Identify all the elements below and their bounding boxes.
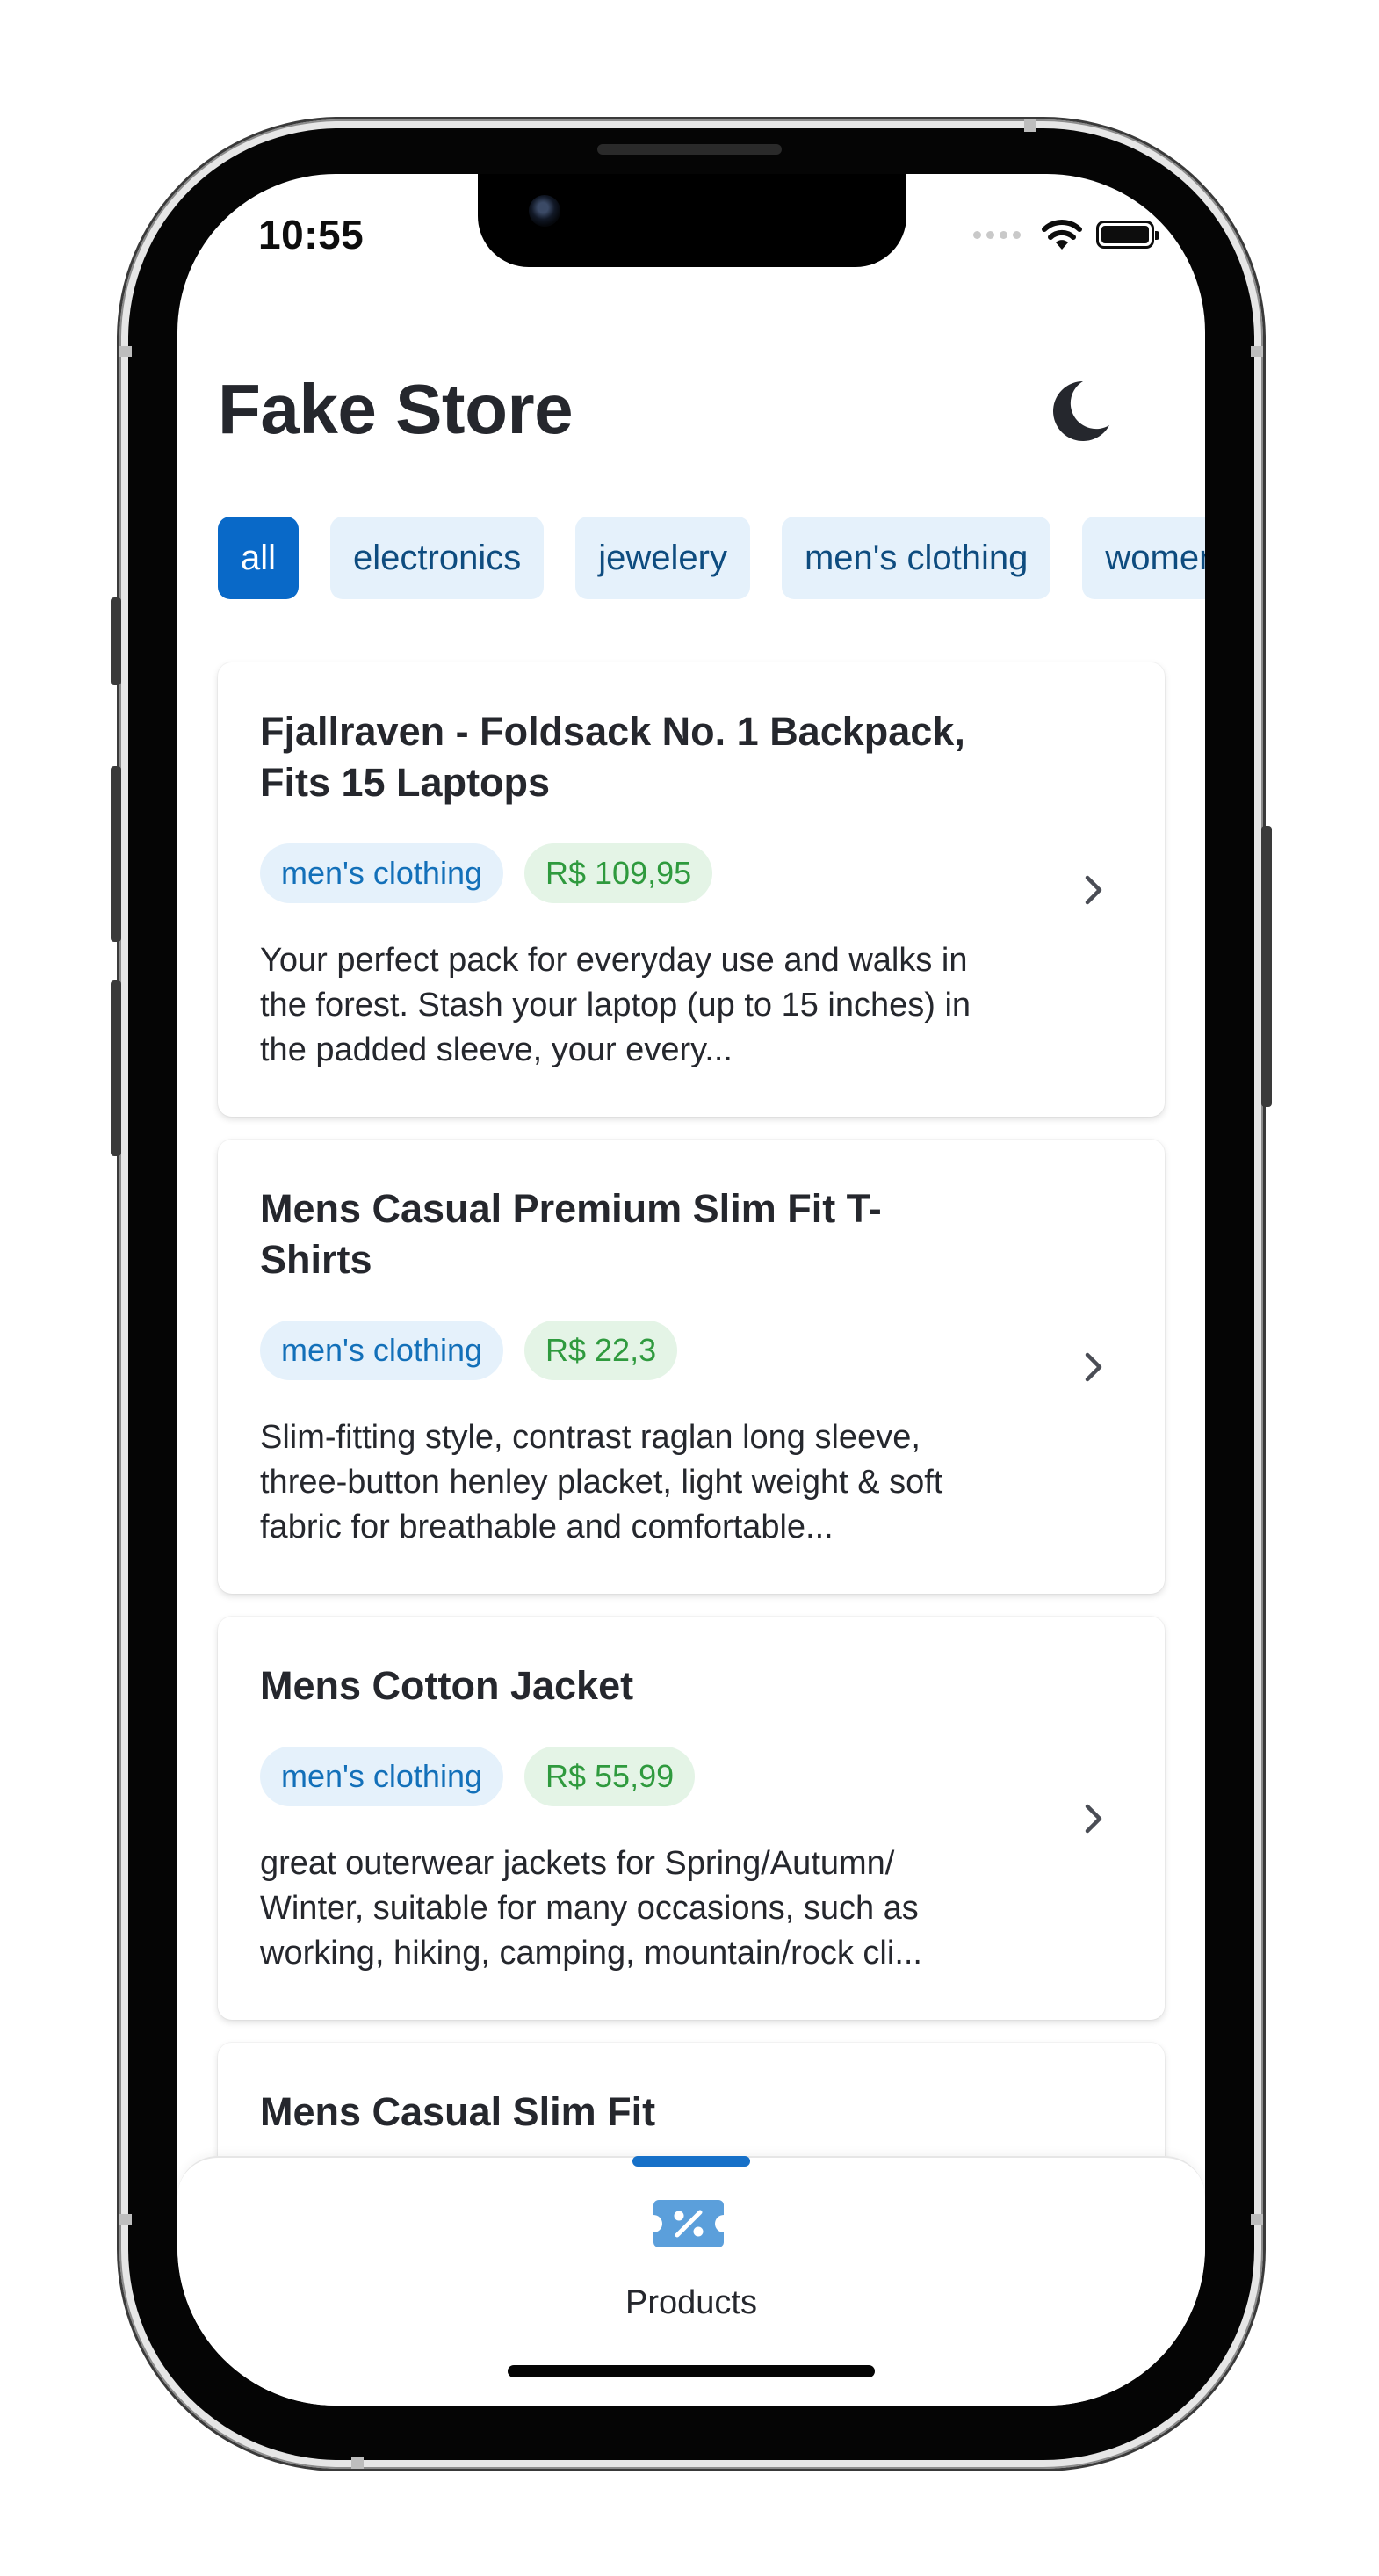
product-badges: men's clothing R$ 22,3 xyxy=(260,1321,989,1380)
theme-toggle-button[interactable] xyxy=(1043,376,1114,446)
wifi-icon xyxy=(1042,220,1082,250)
category-badge: men's clothing xyxy=(260,1321,503,1380)
antenna-band xyxy=(119,346,132,357)
product-title: Mens Casual Slim Fit xyxy=(260,2089,656,2134)
category-chip-mens-clothing[interactable]: men's clothing xyxy=(781,517,1051,599)
battery-icon xyxy=(1096,221,1159,249)
cellular-signal-icon xyxy=(973,230,1021,239)
product-title: Mens Casual Premium Slim Fit T-Shirts xyxy=(260,1186,882,1282)
power-button xyxy=(1261,826,1272,1107)
product-card[interactable]: Mens Casual Premium Slim Fit T-Shirts me… xyxy=(218,1140,1165,1594)
antenna-band xyxy=(1251,346,1263,357)
silent-switch xyxy=(111,597,121,685)
antenna-band xyxy=(351,2457,364,2469)
category-chip-womens-clothing[interactable]: women's clothing xyxy=(1082,517,1205,599)
price-badge: R$ 22,3 xyxy=(524,1321,678,1380)
product-description: great outerwear jackets for Spring/Autum… xyxy=(260,1845,922,1972)
app-screen: 10:55 Fake Store all electronics jeweler… xyxy=(177,174,1205,2406)
price-badge: R$ 109,95 xyxy=(524,843,713,903)
notch xyxy=(478,174,906,267)
chevron-right-icon xyxy=(1085,1352,1102,1381)
antenna-band xyxy=(119,2214,132,2225)
antenna-band xyxy=(1251,2214,1263,2225)
category-chip-all[interactable]: all xyxy=(218,517,300,599)
product-list: Fjallraven - Foldsack No. 1 Backpack, Fi… xyxy=(218,662,1165,2294)
category-badge: men's clothing xyxy=(260,1747,503,1806)
category-badge: men's clothing xyxy=(260,843,503,903)
chevron-right-icon xyxy=(1085,875,1102,904)
antenna-band xyxy=(1024,119,1036,132)
earpiece-speaker xyxy=(597,144,782,155)
product-card[interactable]: Mens Cotton Jacket men's clothing R$ 55,… xyxy=(218,1617,1165,2020)
tab-label: Products xyxy=(625,2284,757,2321)
product-badges: men's clothing R$ 109,95 xyxy=(260,843,989,903)
product-title: Fjallraven - Foldsack No. 1 Backpack, Fi… xyxy=(260,709,965,805)
active-tab-indicator xyxy=(632,2156,750,2167)
status-time: 10:55 xyxy=(258,212,365,257)
product-description: Your perfect pack for everyday use and w… xyxy=(260,942,971,1068)
tab-products[interactable]: Products xyxy=(590,2175,792,2351)
product-card[interactable]: Fjallraven - Foldsack No. 1 Backpack, Fi… xyxy=(218,662,1165,1117)
category-filter-bar: all electronics jewelery men's clothing … xyxy=(218,517,1205,599)
chevron-right-icon xyxy=(1085,1804,1102,1833)
price-badge: R$ 55,99 xyxy=(524,1747,696,1806)
volume-up-button xyxy=(111,766,121,942)
page-title: Fake Store xyxy=(218,370,574,448)
category-chip-electronics[interactable]: electronics xyxy=(330,517,545,599)
front-camera xyxy=(529,195,560,227)
category-chip-jewelery[interactable]: jewelery xyxy=(575,517,750,599)
product-badges: men's clothing R$ 55,99 xyxy=(260,1747,989,1806)
volume-down-button xyxy=(111,980,121,1156)
product-title: Mens Cotton Jacket xyxy=(260,1663,634,1708)
status-icons xyxy=(973,218,1159,251)
discount-ticket-icon xyxy=(653,2200,724,2247)
home-indicator xyxy=(508,2365,875,2377)
moon-icon xyxy=(1053,381,1109,441)
product-description: Slim-fitting style, contrast raglan long… xyxy=(260,1419,943,1545)
